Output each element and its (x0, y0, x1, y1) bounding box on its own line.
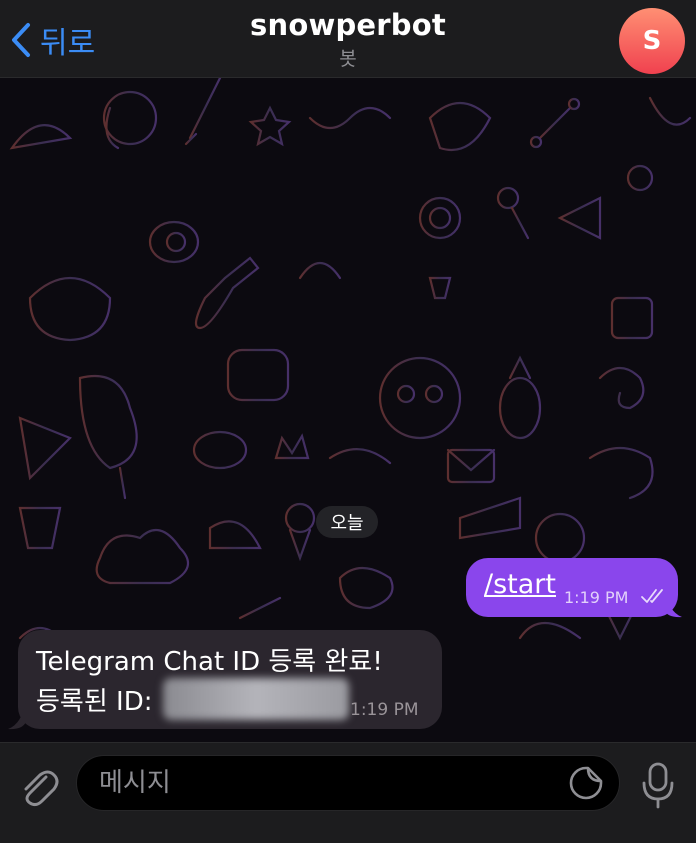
bubble-tail (8, 700, 26, 730)
date-divider-label: 오늘 (330, 513, 364, 534)
message-input[interactable] (76, 755, 620, 811)
chat-header: 뒤로 snowperbot 봇 S (0, 0, 696, 78)
avatar[interactable]: S (619, 8, 685, 74)
bubble-tail (664, 586, 682, 618)
message-composer (0, 742, 696, 843)
chat-title-block[interactable]: snowperbot 봇 (0, 8, 696, 71)
chat-subtitle: 봇 (339, 48, 357, 70)
message-time: 1:19 PM (564, 588, 629, 607)
redacted-id-blur (163, 678, 349, 720)
start-command-link[interactable]: /start (484, 569, 556, 600)
message-text-line: Telegram Chat ID 등록 완료! (36, 647, 383, 677)
paperclip-icon[interactable] (16, 763, 60, 809)
date-divider: 오늘 (316, 506, 378, 538)
message-time: 1:19 PM (350, 700, 419, 720)
microphone-icon[interactable] (638, 761, 678, 809)
double-check-icon (641, 589, 663, 603)
message-text-line: 등록된 ID: (36, 687, 153, 717)
chat-title: snowperbot (250, 8, 446, 42)
avatar-initial: S (642, 26, 662, 56)
sticker-icon[interactable] (568, 765, 604, 801)
